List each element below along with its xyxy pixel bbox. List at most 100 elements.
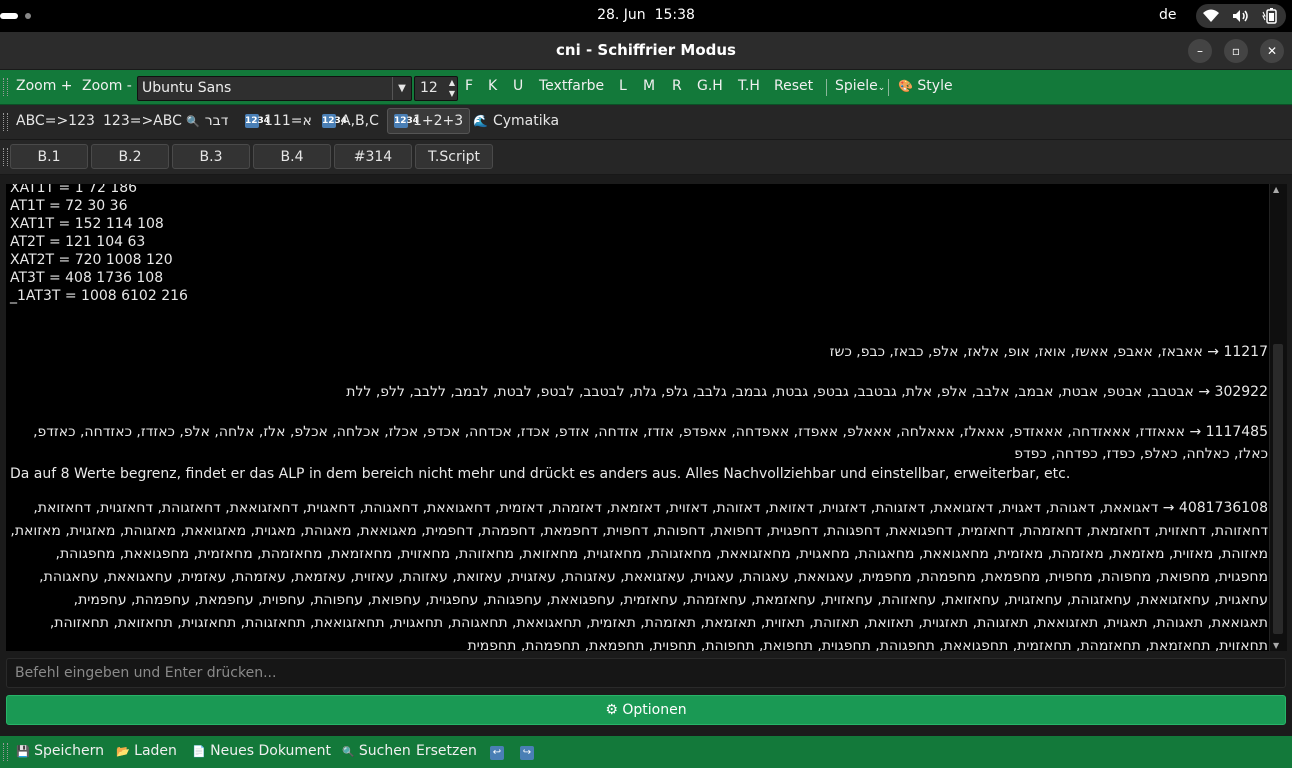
format-toolbar: Zoom + Zoom - Ubuntu Sans ▼ 12 ▲ ▼ F K U…	[0, 70, 1292, 105]
underline-button[interactable]: U	[513, 78, 523, 94]
text-color-button[interactable]: Textfarbe	[539, 78, 604, 94]
search-label: Suchen	[358, 743, 411, 759]
font-family-value: Ubuntu Sans	[142, 80, 232, 96]
gh-button[interactable]: G.H	[697, 78, 723, 94]
th-button[interactable]: T.H	[738, 78, 760, 94]
sum-label: 1+2+3	[413, 113, 464, 129]
chevron-down-icon: ▼	[392, 77, 411, 100]
editor-line: XAT2T = 720 1008 120	[10, 252, 173, 268]
font-size-value: 12	[420, 80, 438, 96]
keyboard-layout[interactable]: de	[1159, 7, 1177, 23]
command-input[interactable]	[7, 659, 1285, 687]
zoom-in-button[interactable]: Zoom +	[16, 78, 73, 94]
new-document-label: Neues Dokument	[210, 743, 331, 759]
abc-list-button[interactable]: 1234 A,B,C	[316, 108, 385, 134]
result-paragraph: 4081736108 → דאגואאת, דאגוהת, דאגוית, דא…	[10, 500, 1268, 651]
new-document-button[interactable]: 📄 Neues Dokument	[192, 743, 331, 759]
spin-down-icon[interactable]: ▼	[449, 89, 455, 98]
games-menu-button[interactable]: Spiele⌄	[835, 78, 885, 94]
undo-icon[interactable]: ↩	[490, 743, 504, 760]
123-to-abc-button[interactable]: 123=>ABC	[97, 108, 188, 134]
abc-to-123-button[interactable]: ABC=>123	[10, 108, 101, 134]
note-paragraph: Da auf 8 Werte begrenz, findet er das AL…	[10, 466, 1071, 482]
toolbar-separator	[888, 79, 889, 96]
vertical-scrollbar[interactable]: ▲ ▼	[1269, 184, 1287, 651]
toolbar-grip[interactable]	[3, 78, 8, 96]
aleph-111-button[interactable]: 1234 א=111	[239, 108, 318, 134]
editor-line: AT3T = 408 1736 108	[10, 270, 164, 286]
toolbar-grip[interactable]	[3, 113, 8, 131]
numbers-icon: 1234	[394, 114, 420, 128]
save-icon: 💾	[16, 745, 30, 758]
window-titlebar: cni - Schiffrier Modus – ▫ ✕	[0, 32, 1292, 70]
scrollbar-thumb[interactable]	[1273, 344, 1283, 634]
toolbar-grip[interactable]	[3, 148, 8, 166]
document-icon: 📄	[192, 745, 206, 758]
close-button[interactable]: ✕	[1260, 39, 1284, 63]
cymatika-button[interactable]: 🌊 Cymatika	[467, 108, 565, 134]
zoom-out-button[interactable]: Zoom -	[82, 78, 132, 94]
system-status-menu[interactable]	[1196, 4, 1286, 28]
date-label: 28. Jun	[597, 7, 646, 23]
hebrew-word-button[interactable]: 🔍 דבר	[180, 108, 234, 134]
games-label: Spiele	[835, 78, 878, 94]
options-button[interactable]: ⚙ Optionen	[6, 695, 1286, 725]
hebrew-word-label: דבר	[204, 113, 229, 129]
toolbar-grip[interactable]	[3, 743, 8, 761]
minimize-button[interactable]: –	[1188, 39, 1212, 63]
system-top-bar: 28. Jun 15:38 de	[0, 0, 1292, 32]
result-paragraph: 11217 → אאבאז, אאבפ, אאשז, אואז, אופ, אל…	[829, 344, 1268, 360]
align-right-button[interactable]: R	[672, 78, 682, 94]
font-family-select[interactable]: Ubuntu Sans ▼	[137, 76, 412, 101]
wave-icon: 🌊	[473, 114, 488, 128]
align-left-button[interactable]: L	[619, 78, 627, 94]
tscript-button[interactable]: T.Script	[415, 144, 493, 169]
command-field[interactable]	[6, 658, 1286, 688]
bold-button[interactable]: F	[465, 78, 473, 94]
time-label: 15:38	[654, 7, 695, 23]
spin-up-icon[interactable]: ▲	[449, 78, 455, 87]
palette-icon: 🎨	[898, 79, 913, 93]
123-to-abc-label: 123=>ABC	[103, 113, 182, 129]
sum-button[interactable]: 1234 1+2+3	[387, 108, 471, 134]
preset-b4-button[interactable]: B.4	[253, 144, 331, 169]
preset-b3-button[interactable]: B.3	[172, 144, 250, 169]
numbers-icon: 1234	[322, 114, 348, 128]
text-editor[interactable]: XAT1T = 1 72 186 AT1T = 72 30 36 XAT1T =…	[6, 184, 1287, 651]
load-label: Laden	[134, 743, 177, 759]
toolbar-separator	[826, 79, 827, 96]
editor-line: AT1T = 72 30 36	[10, 198, 128, 214]
scroll-down-icon[interactable]: ▼	[1273, 641, 1279, 650]
maximize-button[interactable]: ▫	[1224, 39, 1248, 63]
editor-line: AT2T = 121 104 63	[10, 234, 146, 250]
editor-line: XAT1T = 152 114 108	[10, 216, 164, 232]
preset-314-button[interactable]: #314	[334, 144, 412, 169]
preset-b2-button[interactable]: B.2	[91, 144, 169, 169]
style-button[interactable]: 🎨 Style	[898, 78, 953, 94]
battery-icon	[1262, 8, 1277, 24]
result-paragraph: 302922 → אבטבב, אבטפ, אבטת, אבמב, אלבב, …	[346, 384, 1268, 400]
redo-icon[interactable]: ↪	[520, 743, 534, 760]
preset-toolbar: B.1 B.2 B.3 B.4 #314 T.Script	[0, 140, 1292, 175]
replace-button[interactable]: Ersetzen	[416, 743, 477, 759]
wifi-icon	[1203, 9, 1219, 22]
italic-button[interactable]: K	[488, 78, 497, 94]
load-button[interactable]: 📂 Laden	[116, 743, 177, 759]
save-button[interactable]: 💾 Speichern	[16, 743, 104, 759]
chevron-down-icon: ⌄	[877, 83, 886, 93]
conversion-toolbar: ABC=>123 123=>ABC 🔍 דבר 1234 א=111 1234 A,B…	[0, 105, 1292, 140]
scroll-up-icon[interactable]: ▲	[1273, 185, 1279, 194]
numbers-icon: 1234	[245, 114, 271, 128]
volume-icon	[1233, 10, 1248, 22]
font-size-spinbox[interactable]: 12 ▲ ▼	[414, 76, 458, 101]
search-button[interactable]: 🔍 Suchen	[342, 743, 411, 759]
clock[interactable]: 28. Jun 15:38	[0, 7, 1292, 23]
editor-content: XAT1T = 1 72 186 AT1T = 72 30 36 XAT1T =…	[10, 184, 1268, 651]
editor-line: XAT1T = 1 72 186	[10, 184, 138, 196]
align-center-button[interactable]: M	[643, 78, 655, 94]
preset-b1-button[interactable]: B.1	[10, 144, 88, 169]
reset-button[interactable]: Reset	[774, 78, 813, 94]
style-label: Style	[917, 78, 953, 94]
editor-line: _1AT3T = 1008 6102 216	[10, 288, 188, 304]
search-icon: 🔍	[186, 114, 200, 128]
